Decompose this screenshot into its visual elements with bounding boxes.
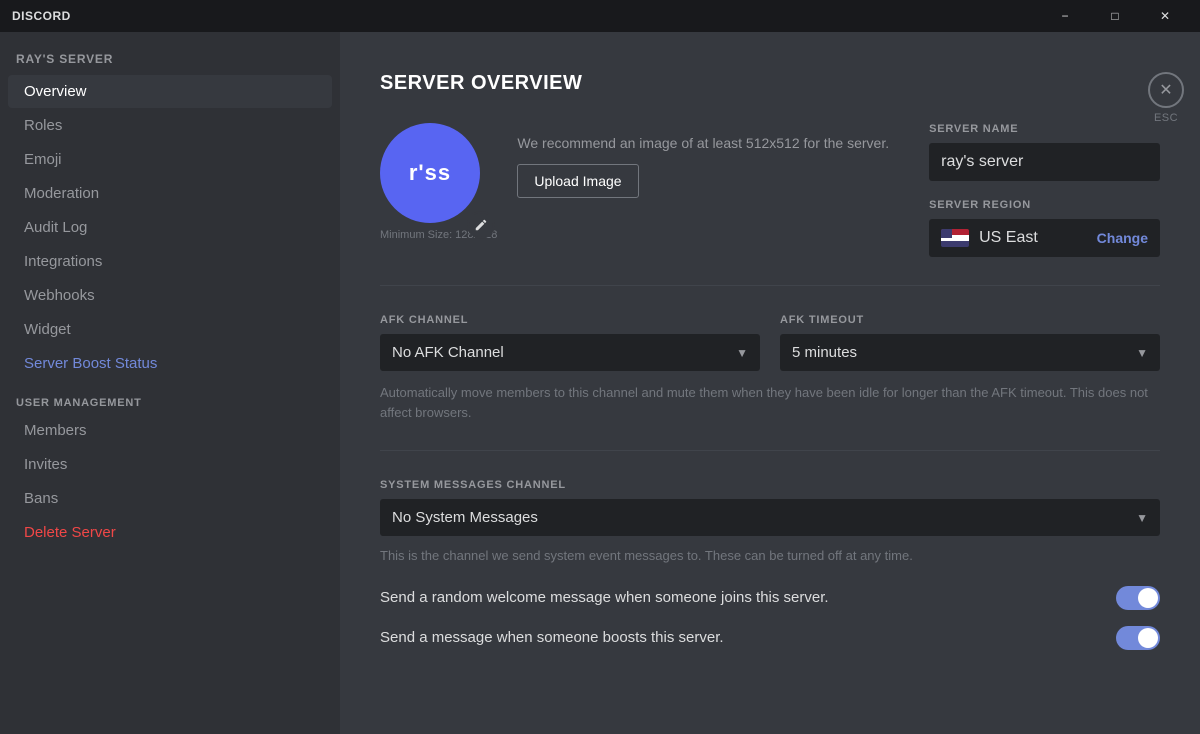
afk-channel-select-wrapper: No AFK Channel ▼ xyxy=(380,334,760,371)
sidebar-item-emoji[interactable]: Emoji xyxy=(8,143,332,176)
close-button[interactable]: ✕ xyxy=(1142,0,1188,32)
afk-section: AFK CHANNEL No AFK Channel ▼ AFK TIMEOUT… xyxy=(380,314,1160,371)
afk-channel-label: AFK CHANNEL xyxy=(380,314,760,326)
sidebar-server-name: RAY'S SERVER xyxy=(0,52,340,74)
server-settings-right: SERVER NAME SERVER REGION US East Change xyxy=(929,123,1160,257)
maximize-button[interactable]: □ xyxy=(1092,0,1138,32)
sidebar-item-integrations[interactable]: Integrations xyxy=(8,245,332,278)
upload-image-button[interactable]: Upload Image xyxy=(517,164,638,198)
welcome-toggle-label: Send a random welcome message when someo… xyxy=(380,589,829,606)
server-icon-right: We recommend an image of at least 512x51… xyxy=(517,123,889,198)
esc-button[interactable]: ✕ xyxy=(1148,72,1184,108)
afk-timeout-select[interactable]: 1 minute 5 minutes 10 minutes 30 minutes… xyxy=(780,334,1160,371)
user-management-label: USER MANAGEMENT xyxy=(0,381,340,413)
sidebar-item-invites[interactable]: Invites xyxy=(8,448,332,481)
sidebar: RAY'S SERVER Overview Roles Emoji Modera… xyxy=(0,32,340,734)
server-icon-wrapper: r'ss Minimum Size: 128x128 xyxy=(380,123,497,241)
region-name: US East xyxy=(979,229,1038,247)
app-title: DISCORD xyxy=(12,9,71,23)
afk-timeout-label: AFK TIMEOUT xyxy=(780,314,1160,326)
system-messages-help-text: This is the channel we send system event… xyxy=(380,546,1160,566)
server-icon-section: r'ss Minimum Size: 128x128 We recommend … xyxy=(380,123,889,241)
afk-channel-select[interactable]: No AFK Channel xyxy=(380,334,760,371)
afk-timeout-col: AFK TIMEOUT 1 minute 5 minutes 10 minute… xyxy=(780,314,1160,371)
server-name-input[interactable] xyxy=(929,143,1160,181)
sidebar-item-boost[interactable]: Server Boost Status xyxy=(8,347,332,380)
app-body: RAY'S SERVER Overview Roles Emoji Modera… xyxy=(0,32,1200,734)
system-messages-select-wrapper: No System Messages ▼ xyxy=(380,499,1160,536)
us-flag-icon xyxy=(941,229,969,247)
title-bar: DISCORD − □ ✕ xyxy=(0,0,1200,32)
system-messages-select[interactable]: No System Messages xyxy=(380,499,1160,536)
section-container: SERVER OVERVIEW r'ss xyxy=(380,72,1160,650)
afk-timeout-select-wrapper: 1 minute 5 minutes 10 minutes 30 minutes… xyxy=(780,334,1160,371)
sidebar-item-widget[interactable]: Widget xyxy=(8,313,332,346)
divider-2 xyxy=(380,450,1160,451)
boost-toggle-label: Send a message when someone boosts this … xyxy=(380,629,724,646)
esc-area: ✕ ESC xyxy=(1148,72,1184,124)
window-controls: − □ ✕ xyxy=(1042,0,1188,32)
server-icon: r'ss xyxy=(380,123,480,223)
boost-toggle-row: Send a message when someone boosts this … xyxy=(380,626,1160,650)
sidebar-item-members[interactable]: Members xyxy=(8,414,332,447)
sidebar-item-moderation[interactable]: Moderation xyxy=(8,177,332,210)
sidebar-item-webhooks[interactable]: Webhooks xyxy=(8,279,332,312)
server-region-label: SERVER REGION xyxy=(929,199,1160,211)
server-name-label: SERVER NAME xyxy=(929,123,1160,135)
minimize-button[interactable]: − xyxy=(1042,0,1088,32)
delete-server-button[interactable]: Delete Server xyxy=(8,516,332,549)
server-region-selector[interactable]: US East Change xyxy=(929,219,1160,257)
sidebar-item-audit-log[interactable]: Audit Log xyxy=(8,211,332,244)
system-messages-label: SYSTEM MESSAGES CHANNEL xyxy=(380,479,1160,491)
server-icon-description: We recommend an image of at least 512x51… xyxy=(517,133,889,154)
sidebar-item-overview[interactable]: Overview xyxy=(8,75,332,108)
welcome-toggle-row: Send a random welcome message when someo… xyxy=(380,586,1160,610)
welcome-toggle[interactable] xyxy=(1116,586,1160,610)
sidebar-item-bans[interactable]: Bans xyxy=(8,482,332,515)
main-content: ✕ ESC SERVER OVERVIEW r'ss xyxy=(340,32,1200,734)
page-title: SERVER OVERVIEW xyxy=(380,72,1160,95)
boost-toggle[interactable] xyxy=(1116,626,1160,650)
afk-help-text: Automatically move members to this chann… xyxy=(380,383,1160,422)
afk-channel-col: AFK CHANNEL No AFK Channel ▼ xyxy=(380,314,760,371)
region-left: US East xyxy=(941,229,1038,247)
change-region-button[interactable]: Change xyxy=(1097,230,1148,246)
esc-label: ESC xyxy=(1154,112,1178,124)
divider-1 xyxy=(380,285,1160,286)
sidebar-item-roles[interactable]: Roles xyxy=(8,109,332,142)
